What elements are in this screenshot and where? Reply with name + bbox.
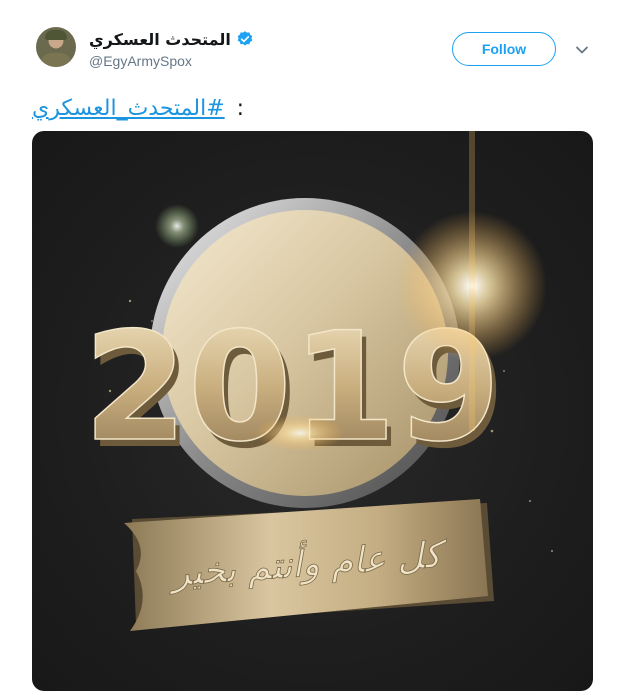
- tweet-header: المتحدث العسكري @EgyArmySpox Follow: [0, 0, 623, 90]
- tweet-text: #المتحدث_العسكري :: [32, 92, 244, 124]
- tweet-media-image[interactable]: 2019 2019 كل عام وأنتم بخير: [32, 131, 593, 691]
- follow-button[interactable]: Follow: [452, 32, 556, 66]
- avatar[interactable]: [36, 27, 76, 67]
- name-row: المتحدث العسكري: [89, 27, 254, 51]
- avatar-body: [40, 53, 72, 67]
- verified-badge-icon: [236, 30, 254, 48]
- chevron-down-icon[interactable]: [574, 42, 590, 58]
- hashtag-link[interactable]: #المتحدث_العسكري: [32, 96, 225, 121]
- tweet-trailing-text: :: [236, 95, 245, 121]
- small-glow: [155, 204, 199, 248]
- avatar-cap: [45, 30, 67, 40]
- center-flare: [255, 415, 345, 451]
- flare-ray: [469, 131, 475, 431]
- user-handle[interactable]: @EgyArmySpox: [89, 53, 192, 69]
- display-name[interactable]: المتحدث العسكري: [89, 30, 231, 49]
